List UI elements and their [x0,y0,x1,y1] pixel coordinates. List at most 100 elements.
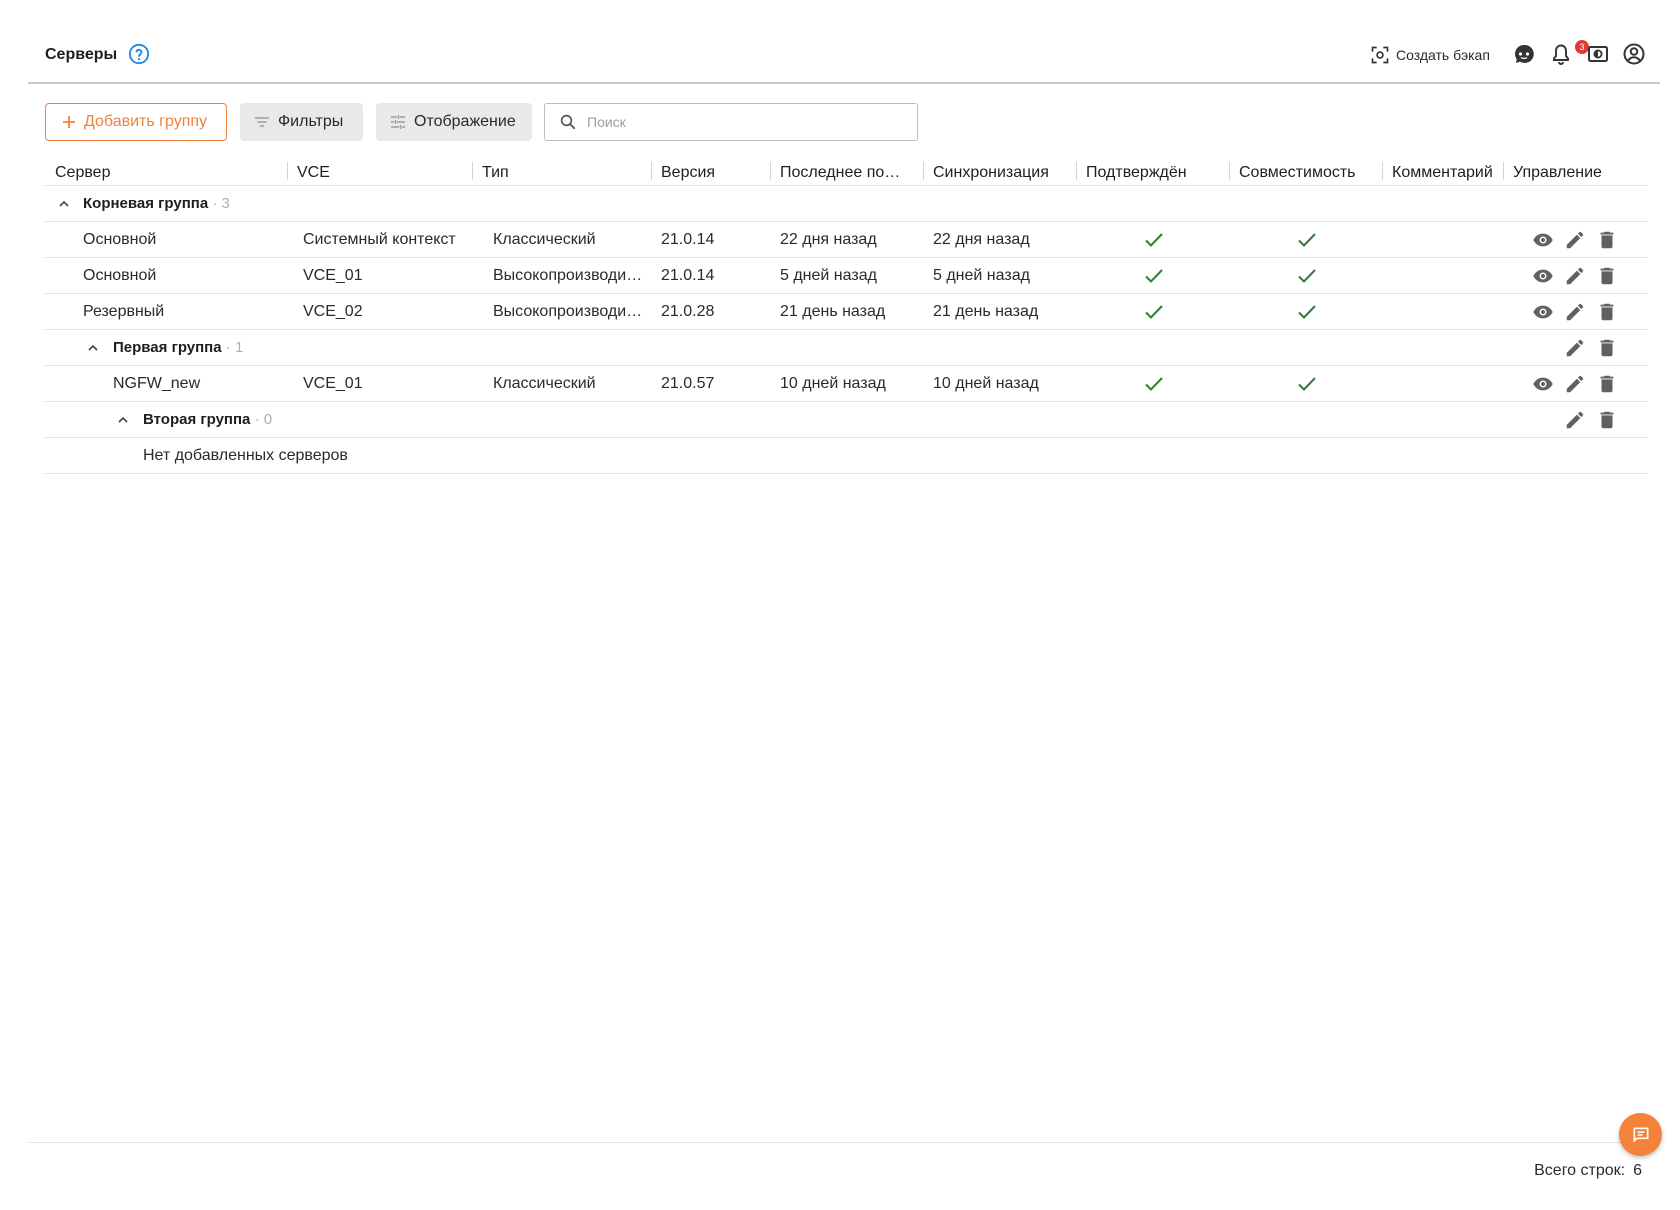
edit-icon[interactable] [1564,373,1586,395]
table-row[interactable]: Основной Системный контекст Классический… [45,222,1648,258]
delete-icon[interactable] [1596,265,1618,287]
filter-icon [255,117,269,127]
footer-divider [28,1142,1660,1143]
column-divider[interactable] [770,162,771,180]
server-version: 21.0.57 [661,375,715,392]
filters-button[interactable]: Фильтры [240,103,363,141]
column-divider[interactable] [1076,162,1077,180]
display-settings-label: Отображение [414,113,516,130]
help-icon[interactable] [128,43,150,65]
chevron-up-icon[interactable] [58,198,70,210]
column-divider[interactable] [287,162,288,180]
edit-icon[interactable] [1564,301,1586,323]
group-row-root[interactable]: Корневая группа · 3 [45,186,1648,222]
table-row[interactable]: Основной VCE_01 Высокопроизводи… 21.0.14… [45,258,1648,294]
sync-time: 5 дней назад [933,267,1030,284]
view-icon[interactable] [1532,229,1554,251]
edit-icon[interactable] [1564,337,1586,359]
column-header-type[interactable]: Тип [482,164,509,182]
assistant-icon[interactable] [1512,42,1536,66]
group-count: 0 [263,411,273,428]
feedback-button[interactable] [1619,1113,1662,1156]
chevron-up-icon[interactable] [117,414,129,426]
group-name: Первая группа [113,339,222,356]
server-name: Основной [83,231,157,248]
search-input[interactable] [587,114,887,130]
column-divider[interactable] [472,162,473,180]
column-divider[interactable] [1382,162,1383,180]
group-count: 3 [221,195,230,212]
vce-name: VCE_01 [303,375,363,392]
search-box [544,103,918,141]
display-settings-button[interactable]: Отображение [376,103,532,141]
column-divider[interactable] [1503,162,1504,180]
view-icon[interactable] [1532,301,1554,323]
column-header-vce[interactable]: VCE [297,164,330,182]
add-group-label: Добавить группу [84,113,208,130]
sync-time: 22 дня назад [933,231,1030,248]
server-version: 21.0.14 [661,267,715,284]
vce-name: Системный контекст [303,231,456,248]
column-header-confirmed[interactable]: Подтверждён [1086,164,1187,182]
filters-label: Фильтры [278,113,344,130]
edit-icon[interactable] [1564,409,1586,431]
create-backup-button[interactable]: Создать бэкап [1370,43,1490,67]
last-seen: 5 дней назад [780,267,877,284]
row-total-value: 6 [1633,1162,1642,1179]
row-total: Всего строк: 6 [1534,1162,1642,1180]
view-icon[interactable] [1532,373,1554,395]
check-icon [1298,377,1316,391]
check-icon [1145,269,1163,283]
table-row[interactable]: Резервный VCE_02 Высокопроизводи… 21.0.2… [45,294,1648,330]
column-header-actions: Управление [1513,164,1602,181]
check-icon [1298,305,1316,319]
server-name: NGFW_new [113,375,201,392]
server-version: 21.0.28 [661,303,715,320]
column-divider[interactable] [651,162,652,180]
column-header-sync[interactable]: Синхронизация [933,164,1049,182]
search-icon [560,114,576,130]
add-group-button[interactable]: Добавить группу [45,103,227,141]
delete-icon[interactable] [1596,229,1618,251]
account-icon[interactable] [1622,42,1646,66]
row-total-label: Всего строк: [1534,1162,1626,1179]
check-icon [1145,305,1163,319]
server-type: Классический [493,375,596,392]
chevron-up-icon[interactable] [87,342,99,354]
display-icon[interactable] [1586,42,1610,66]
column-header-compatibility[interactable]: Совместимость [1239,164,1356,182]
column-header-server[interactable]: Сервер [55,164,110,182]
bell-icon[interactable] [1549,42,1573,66]
servers-table: Сервер VCE Тип Версия Последнее по… Синх… [45,156,1648,474]
tune-icon [391,115,405,129]
group-name: Вторая группа [143,411,251,428]
group-row-second[interactable]: Вторая группа · 0 [45,402,1648,438]
column-divider[interactable] [923,162,924,180]
plus-icon [63,116,75,128]
table-header: Сервер VCE Тип Версия Последнее по… Синх… [45,156,1648,186]
column-header-last-seen[interactable]: Последнее по… [780,164,900,182]
check-icon [1298,233,1316,247]
group-row-first[interactable]: Первая группа · 1 [45,330,1648,366]
server-type: Высокопроизводи… [493,303,643,320]
check-icon [1298,269,1316,283]
delete-icon[interactable] [1596,373,1618,395]
server-type: Высокопроизводи… [493,267,643,284]
column-header-version[interactable]: Версия [661,164,715,182]
server-version: 21.0.14 [661,231,715,248]
column-divider[interactable] [1229,162,1230,180]
last-seen: 21 день назад [780,303,886,320]
delete-icon[interactable] [1596,301,1618,323]
view-icon[interactable] [1532,265,1554,287]
empty-group-message: Нет добавленных серверов [143,447,348,464]
chat-icon [1633,1127,1648,1143]
toolbar: Добавить группу Фильтры Отображение [45,103,945,141]
edit-icon[interactable] [1564,229,1586,251]
delete-icon[interactable] [1596,409,1618,431]
check-icon [1145,233,1163,247]
delete-icon[interactable] [1596,337,1618,359]
edit-icon[interactable] [1564,265,1586,287]
column-header-comment[interactable]: Комментарий [1392,164,1493,182]
table-row[interactable]: NGFW_new VCE_01 Классический 21.0.57 10 … [45,366,1648,402]
page-title: Серверы [45,46,118,63]
